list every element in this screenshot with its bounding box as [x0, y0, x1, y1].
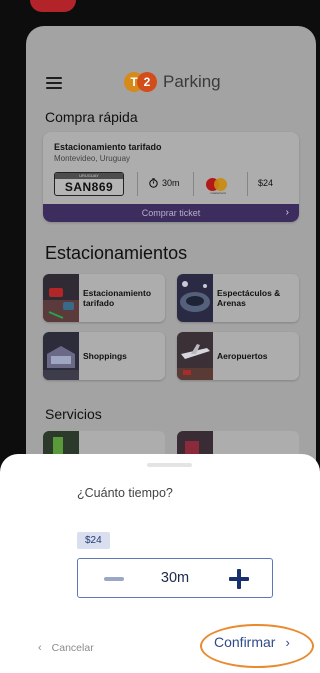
duration-question: ¿Cuánto tiempo?: [77, 486, 173, 500]
street-parking-image: [43, 274, 79, 322]
airplane-image: [177, 332, 213, 380]
app-header: T 2 Parking: [26, 66, 316, 100]
mastercard-icon: mastercard: [205, 176, 231, 195]
chevron-right-icon: ›: [285, 207, 289, 218]
parking-tile-label: Aeropuertos: [217, 351, 268, 361]
quick-buy-title: Compra rápida: [45, 109, 138, 125]
parking-tile-label: Espectáculos & Arenas: [217, 288, 281, 308]
quick-buy-card[interactable]: Estacionamiento tarifado Montevideo, Uru…: [43, 132, 299, 222]
parking-tile-label: Shoppings: [83, 351, 127, 361]
duration-stepper: 30m: [77, 558, 273, 598]
quick-buy-service: Estacionamiento tarifado: [54, 142, 162, 152]
duration-text: 30m: [162, 178, 180, 188]
buy-ticket-button[interactable]: Comprar ticket ›: [43, 204, 299, 222]
cancel-button[interactable]: ‹ Cancelar: [38, 642, 94, 654]
parking-tile-shopping[interactable]: Shoppings: [43, 332, 165, 380]
price-badge: $24: [77, 532, 110, 549]
arena-image: [177, 274, 213, 322]
divider: [247, 172, 248, 196]
divider: [193, 172, 194, 196]
chevron-left-icon: ‹: [38, 642, 42, 654]
parking-tile-events[interactable]: Espectáculos & Arenas: [177, 274, 299, 322]
plate-number: SAN869: [64, 180, 114, 194]
quick-buy-price: $24: [258, 178, 274, 188]
services-title: Servicios: [45, 406, 102, 422]
mall-image: [43, 332, 79, 380]
app-name: Parking: [163, 72, 221, 91]
sheet-handle[interactable]: [147, 463, 192, 467]
cancel-label: Cancelar: [51, 642, 94, 654]
license-plate: URUGUAY SAN869: [54, 172, 124, 196]
app-background: T 2 Parking Compra rápida Estacionamient…: [26, 26, 316, 486]
card-brand: mastercard: [210, 191, 226, 195]
buy-ticket-label: Comprar ticket: [141, 208, 201, 218]
timer-icon: [149, 178, 158, 188]
plus-icon[interactable]: [229, 569, 249, 589]
parking-title: Estacionamientos: [45, 243, 188, 263]
parking-tile-label: Estacionamiento tarifado: [83, 288, 152, 308]
menu-icon[interactable]: [46, 77, 62, 89]
app-logo: T 2 Parking: [124, 72, 221, 92]
parking-tile-airports[interactable]: Aeropuertos: [177, 332, 299, 380]
divider: [137, 172, 138, 196]
quick-buy-duration: 30m: [149, 178, 180, 188]
parking-tile-metered[interactable]: Estacionamiento tarifado: [43, 274, 165, 322]
status-indicator: [30, 0, 76, 12]
confirm-highlight: [200, 624, 314, 668]
logo-digit: 2: [137, 72, 157, 92]
quick-buy-location: Montevideo, Uruguay: [54, 154, 131, 163]
